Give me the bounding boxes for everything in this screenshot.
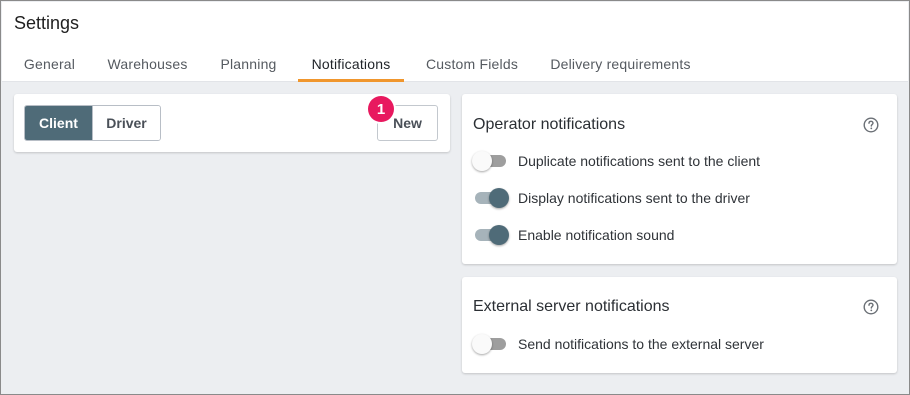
tab-custom-fields[interactable]: Custom Fields: [416, 46, 528, 82]
display-driver-toggle[interactable]: [474, 188, 509, 208]
operator-option-row: Enable notification sound: [474, 223, 674, 247]
help-icon[interactable]: [863, 117, 879, 133]
help-icon[interactable]: [863, 299, 879, 315]
notification-sound-label: Enable notification sound: [518, 227, 675, 243]
recipient-segmented-control: Client Driver: [24, 105, 161, 141]
driver-segment-button[interactable]: Driver: [92, 106, 160, 140]
display-driver-label: Display notifications sent to the driver: [518, 190, 750, 206]
step-number-badge: 1: [368, 96, 394, 122]
operator-notifications-card: Operator notifications Duplicate notific…: [462, 94, 897, 264]
toggle-knob: [489, 225, 509, 245]
external-notifications-title: External server notifications: [473, 298, 670, 315]
client-segment-button[interactable]: Client: [25, 106, 92, 140]
tab-delivery-requirements[interactable]: Delivery requirements: [541, 46, 700, 82]
header: Settings General Warehouses Planning Not…: [2, 2, 908, 82]
settings-window: Settings General Warehouses Planning Not…: [0, 0, 910, 395]
operator-option-row: Duplicate notifications sent to the clie…: [472, 149, 761, 173]
duplicate-client-label: Duplicate notifications sent to the clie…: [518, 153, 761, 169]
external-option-row: Send notifications to the external serve…: [472, 332, 764, 356]
tab-general[interactable]: General: [14, 46, 85, 82]
external-server-toggle[interactable]: [472, 334, 507, 354]
notification-sound-toggle[interactable]: [474, 225, 509, 245]
page-title: Settings: [14, 13, 80, 33]
tab-warehouses[interactable]: Warehouses: [97, 46, 198, 82]
toggle-knob: [489, 188, 509, 208]
operator-option-row: Display notifications sent to the driver: [474, 186, 750, 210]
toggle-knob: [472, 151, 492, 171]
duplicate-client-toggle[interactable]: [472, 151, 507, 171]
tab-planning[interactable]: Planning: [210, 46, 287, 82]
external-server-label: Send notifications to the external serve…: [518, 336, 764, 352]
tab-notifications[interactable]: Notifications: [298, 46, 404, 82]
external-notifications-card: External server notifications Send notif…: [462, 277, 897, 373]
toggle-knob: [472, 334, 492, 354]
operator-notifications-title: Operator notifications: [473, 116, 626, 133]
